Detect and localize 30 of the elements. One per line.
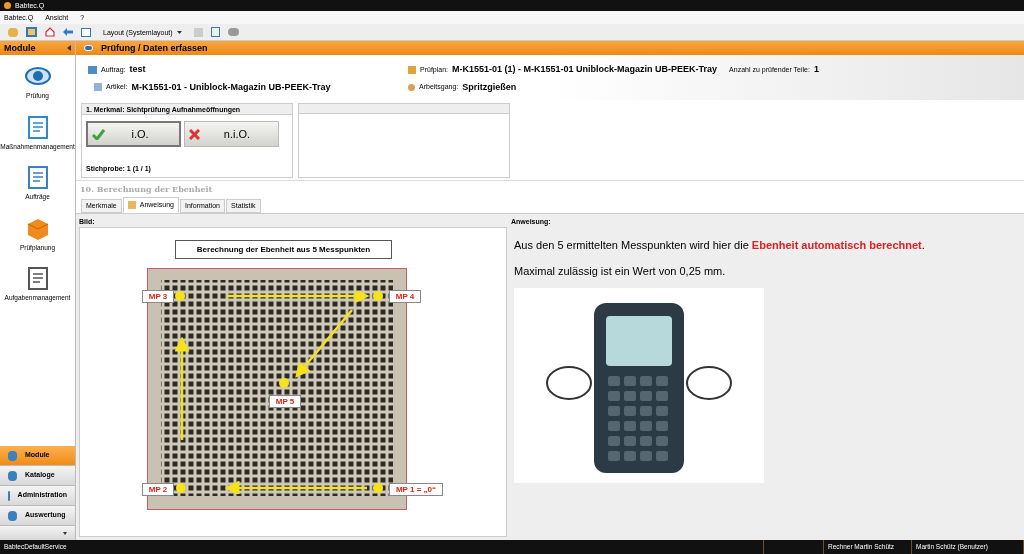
ok-button[interactable]: i.O.	[86, 121, 181, 147]
cross-icon	[189, 128, 200, 140]
field-value: Spritzgießen	[462, 80, 517, 94]
app-logo-icon	[4, 2, 11, 9]
point-label: MP 1 = „0“	[389, 483, 443, 496]
home-icon[interactable]	[45, 27, 55, 37]
field-value: M-K1551-01 (1) - M-K1551-01 Uniblock-Magazin UB-PEEK-Tray	[452, 63, 718, 76]
field-value: 1	[813, 63, 819, 76]
check-icon	[92, 128, 105, 140]
caret-icon[interactable]	[63, 531, 67, 535]
document-icon[interactable]	[210, 27, 220, 37]
field-value: M-K1551-01 - Uniblock-Magazin UB-PEEK-Tray	[131, 80, 331, 94]
collapse-icon[interactable]	[67, 45, 71, 51]
back-arrow-icon[interactable]	[63, 28, 73, 36]
point-label: MP 3	[142, 290, 174, 303]
image-title: Berechnung der Ebenheit aus 5 Messpunkten	[175, 240, 392, 259]
sidebar-title: Module	[4, 43, 36, 53]
eye-icon	[84, 45, 93, 51]
point-label: MP 4	[389, 290, 421, 303]
point-label: MP 2	[142, 483, 174, 496]
grid-icon[interactable]	[81, 27, 91, 37]
instruction-text: Aus den 5 ermittelten Messpunkten wird hier die Ebenheit automatisch berechnet.	[514, 238, 926, 253]
point-label: MP 5	[269, 395, 301, 408]
field-value: test	[129, 63, 146, 76]
window-icon[interactable]	[26, 27, 37, 37]
instruction-text: Maximal zulässig ist ein Wert von 0,25 mm.	[514, 263, 727, 279]
section-title: 10. Berechnung der Ebenheit	[80, 183, 213, 195]
page-title: Prüfung / Daten erfassen	[101, 43, 208, 53]
caret-icon	[176, 30, 182, 34]
not-ok-button[interactable]: n.i.O.	[184, 121, 279, 147]
